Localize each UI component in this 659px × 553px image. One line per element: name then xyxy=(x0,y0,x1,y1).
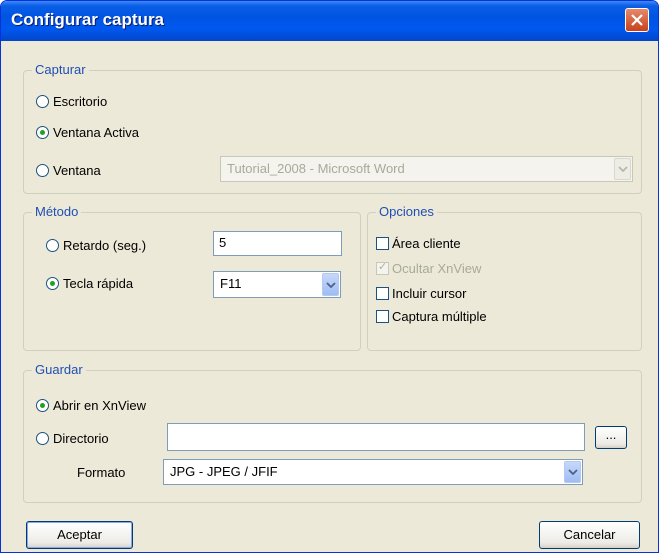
formato-select-arrow[interactable] xyxy=(564,461,581,483)
window-select-arrow[interactable] xyxy=(614,158,631,180)
radio-ventana-label: Ventana xyxy=(53,163,101,178)
radio-escritorio-label: Escritorio xyxy=(53,94,108,109)
radio-ventana-activa-label: Ventana Activa xyxy=(53,125,140,140)
browse-button[interactable]: ... xyxy=(595,426,627,449)
check-incluir-cursor-box[interactable] xyxy=(376,287,389,300)
check-captura-multiple[interactable]: Captura múltiple xyxy=(376,309,487,324)
check-incluir-cursor[interactable]: Incluir cursor xyxy=(376,286,466,301)
aceptar-button[interactable]: Aceptar xyxy=(26,521,133,549)
formato-select[interactable]: JPG - JPEG / JFIF xyxy=(163,459,583,485)
radio-retardo-label: Retardo (seg.) xyxy=(63,238,147,253)
retardo-input[interactable]: 5 xyxy=(213,231,342,256)
opciones-group: Opciones xyxy=(367,204,642,351)
tecla-select-value: F11 xyxy=(220,276,242,291)
radio-directorio-button[interactable] xyxy=(36,432,49,445)
radio-ventana-button[interactable] xyxy=(36,164,49,177)
opciones-legend: Opciones xyxy=(376,204,437,219)
radio-directorio-label: Directorio xyxy=(53,431,109,446)
title-bar[interactable]: Configurar captura xyxy=(1,1,658,41)
metodo-legend: Método xyxy=(32,204,82,219)
radio-abrir-xnview[interactable]: Abrir en XnView xyxy=(36,398,146,413)
check-ocultar-xnview: Ocultar XnView xyxy=(376,260,482,276)
radio-escritorio[interactable]: Escritorio xyxy=(36,94,107,109)
radio-escritorio-button[interactable] xyxy=(36,95,49,108)
radio-tecla-rapida-button[interactable] xyxy=(46,277,59,290)
guardar-legend: Guardar xyxy=(32,362,86,377)
window-select[interactable]: Tutorial_2008 - Microsoft Word xyxy=(220,156,633,182)
radio-tecla-rapida-label: Tecla rápida xyxy=(63,276,134,291)
directorio-input[interactable] xyxy=(167,423,585,451)
radio-tecla-rapida[interactable]: Tecla rápida xyxy=(46,276,133,291)
check-ocultar-xnview-box xyxy=(376,260,389,275)
check-ocultar-xnview-label: Ocultar XnView xyxy=(392,261,482,276)
formato-label: Formato xyxy=(77,465,126,480)
capturar-legend: Capturar xyxy=(32,62,89,77)
cancelar-button[interactable]: Cancelar xyxy=(539,521,640,549)
radio-retardo[interactable]: Retardo (seg.) xyxy=(46,238,146,253)
tecla-select[interactable]: F11 xyxy=(213,271,341,298)
chevron-down-icon xyxy=(326,281,336,288)
formato-select-value: JPG - JPEG / JFIF xyxy=(170,464,278,479)
check-incluir-cursor-label: Incluir cursor xyxy=(392,286,467,301)
tecla-select-arrow[interactable] xyxy=(322,273,339,296)
check-captura-multiple-label: Captura múltiple xyxy=(392,309,487,324)
radio-ventana[interactable]: Ventana xyxy=(36,163,101,178)
window-title: Configurar captura xyxy=(11,10,165,29)
chevron-down-icon xyxy=(568,469,578,475)
close-button[interactable] xyxy=(625,8,649,32)
check-area-cliente[interactable]: Área cliente xyxy=(376,236,461,251)
radio-directorio[interactable]: Directorio xyxy=(36,431,109,446)
radio-abrir-xnview-button[interactable] xyxy=(36,399,49,412)
radio-retardo-button[interactable] xyxy=(46,239,59,252)
radio-abrir-xnview-label: Abrir en XnView xyxy=(53,398,146,413)
window-select-value: Tutorial_2008 - Microsoft Word xyxy=(227,161,405,176)
radio-ventana-activa[interactable]: Ventana Activa xyxy=(36,125,139,140)
check-area-cliente-label: Área cliente xyxy=(392,236,461,251)
check-area-cliente-box[interactable] xyxy=(376,237,389,250)
chevron-down-icon xyxy=(618,166,628,172)
close-icon xyxy=(631,14,643,26)
dialog-window: Configurar captura Capturar Escritorio V… xyxy=(0,0,659,553)
check-captura-multiple-box[interactable] xyxy=(376,310,389,323)
radio-ventana-activa-button[interactable] xyxy=(36,126,49,139)
